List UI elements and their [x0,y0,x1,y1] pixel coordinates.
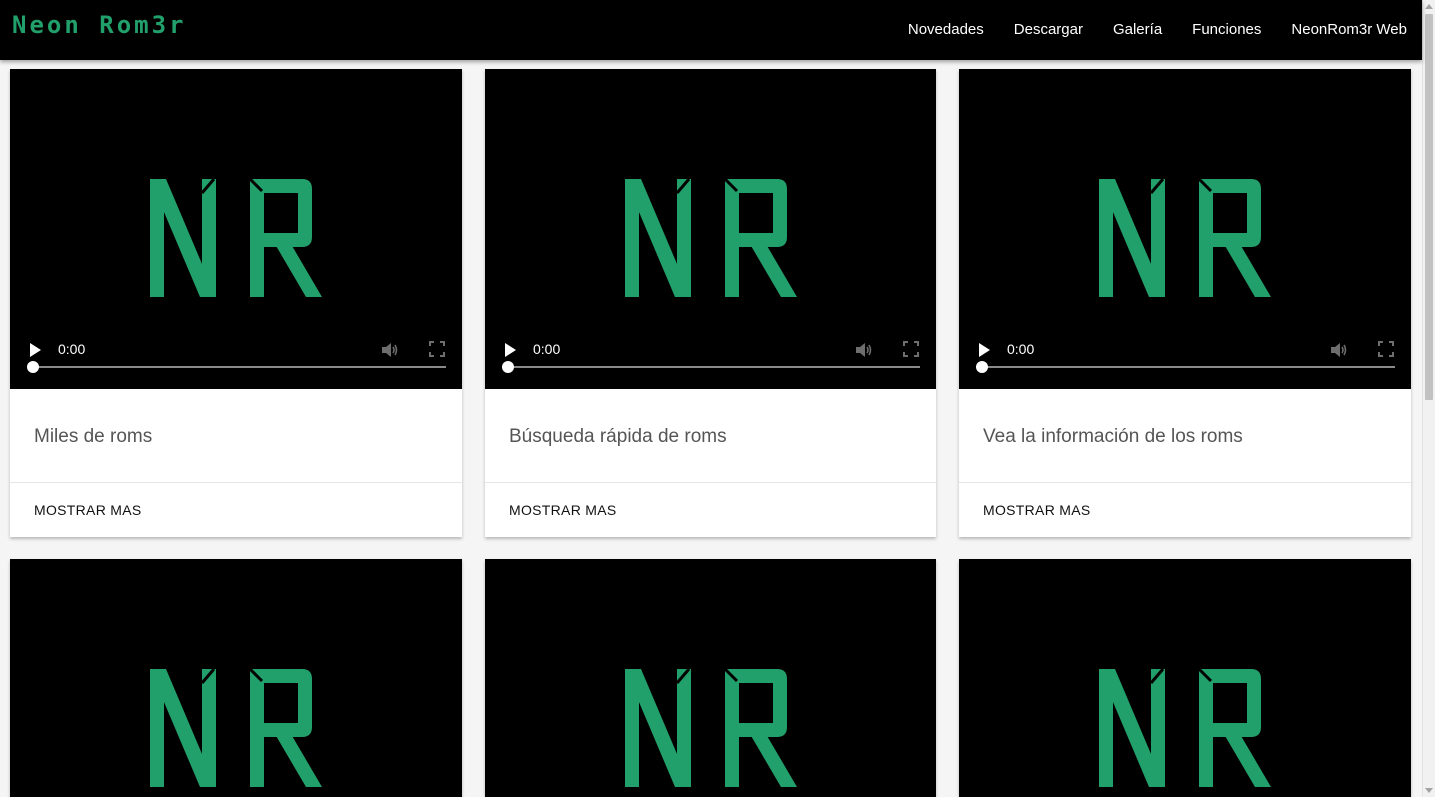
play-icon[interactable] [30,343,41,357]
video-player[interactable] [959,559,1411,797]
volume-icon[interactable] [380,340,400,360]
fullscreen-icon[interactable] [429,341,445,357]
feature-card [10,559,462,797]
feature-card: 0:00 Miles de roms MOSTRAR MAS [10,69,462,537]
brand-logo[interactable]: Neon Rom3r [12,11,187,39]
feature-card [485,559,936,797]
fullscreen-icon[interactable] [903,341,919,357]
play-icon[interactable] [505,343,516,357]
card-title: Vea la información de los roms [983,426,1243,447]
nav-item-descargar[interactable]: Descargar [1014,21,1083,38]
video-player[interactable]: 0:00 [959,69,1411,389]
play-icon[interactable] [979,343,990,357]
show-more-link[interactable]: MOSTRAR MAS [983,502,1091,518]
video-seek-bar[interactable] [976,361,1395,373]
video-time: 0:00 [533,341,561,357]
nav-item-funciones[interactable]: Funciones [1192,21,1261,38]
nr-logo-icon [625,667,797,787]
video-player[interactable] [485,559,936,797]
card-title: Búsqueda rápida de roms [509,426,727,447]
card-title: Miles de roms [34,426,153,447]
video-time: 0:00 [58,341,86,357]
card-divider [485,482,936,483]
video-controls: 0:00 [485,328,936,389]
nr-logo-icon [150,177,322,297]
nr-logo-icon [1099,667,1271,787]
scroll-down-arrow-icon[interactable] [1425,788,1433,793]
nr-logo-icon [625,177,797,297]
seek-knob[interactable] [976,361,988,373]
feature-card [959,559,1411,797]
video-player[interactable] [10,559,462,797]
nav-item-galeria[interactable]: Galería [1113,21,1162,38]
video-time: 0:00 [1007,341,1035,357]
video-player[interactable]: 0:00 [485,69,936,389]
show-more-link[interactable]: MOSTRAR MAS [509,502,617,518]
page-scrollbar[interactable] [1422,0,1435,797]
video-player[interactable]: 0:00 [10,69,462,389]
nav-links: Novedades Descargar Galería Funciones Ne… [908,0,1407,58]
card-divider [959,482,1411,483]
nav-item-neonrom3r-web[interactable]: NeonRom3r Web [1291,21,1407,38]
volume-icon[interactable] [1329,340,1349,360]
nav-item-novedades[interactable]: Novedades [908,21,984,38]
video-seek-bar[interactable] [27,361,446,373]
nr-logo-icon [1099,177,1271,297]
card-divider [10,482,462,483]
video-seek-bar[interactable] [502,361,920,373]
feature-card: 0:00 Búsqueda rápida de roms MOSTRAR MAS [485,69,936,537]
nr-logo-icon [150,667,322,787]
volume-icon[interactable] [854,340,874,360]
show-more-link[interactable]: MOSTRAR MAS [34,502,142,518]
seek-knob[interactable] [27,361,39,373]
fullscreen-icon[interactable] [1378,341,1394,357]
scroll-thumb[interactable] [1425,14,1433,400]
feature-card: 0:00 Vea la información de los roms MOST… [959,69,1411,537]
scroll-up-arrow-icon[interactable] [1425,4,1433,9]
seek-knob[interactable] [502,361,514,373]
video-controls: 0:00 [959,328,1411,389]
video-controls: 0:00 [10,328,462,389]
navbar: Neon Rom3r Novedades Descargar Galería F… [0,0,1422,60]
